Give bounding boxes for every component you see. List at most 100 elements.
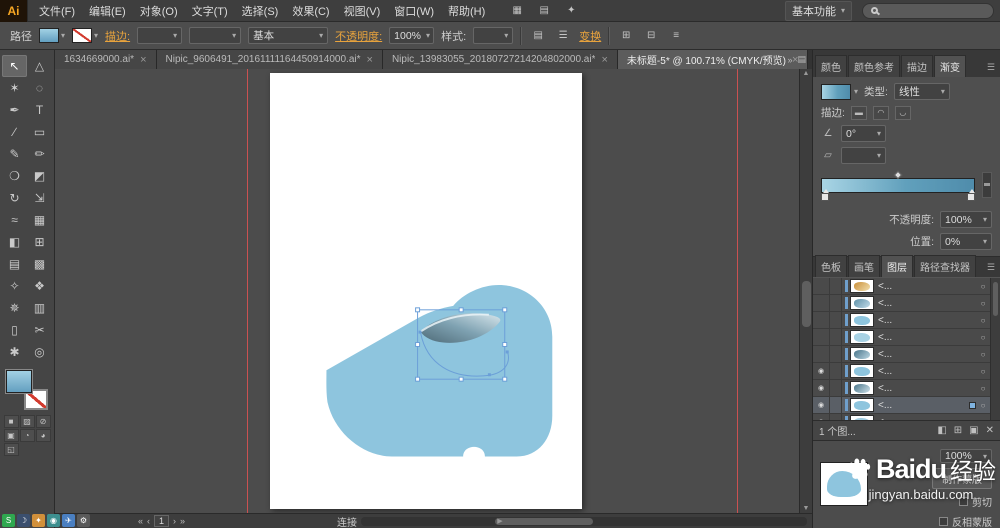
type-tool[interactable]: T [27,99,52,121]
color-button[interactable]: ■ [3,415,19,428]
menu-item[interactable]: 帮助(H) [441,0,492,23]
pencil-tool[interactable]: ✏ [27,143,52,165]
gradient-type-select[interactable]: 线性 ▾ [893,83,950,100]
gradient-slider[interactable] [821,170,975,201]
eraser-tool[interactable]: ◩ [27,165,52,187]
align-icon[interactable]: ⊞ [617,28,635,44]
selection-tool[interactable]: ↖ [2,55,27,77]
draw-behind-button[interactable]: ◔ [19,429,35,442]
visibility-toggle[interactable]: ◉ [813,397,830,413]
delete-layer-icon[interactable]: ✕ [986,425,994,436]
visibility-toggle[interactable]: ◉ [813,414,830,420]
tab-layers[interactable]: 图层 [881,255,913,277]
target-icon[interactable]: ○ [976,333,990,342]
direct-selection-tool[interactable]: △ [27,55,52,77]
line-segment-tool[interactable]: ∕ [2,121,27,143]
gradient-tool[interactable]: ▩ [27,253,52,275]
gradient-position-select[interactable]: 0% ▾ [940,233,992,250]
opacity-select[interactable]: 100% ▾ [389,27,435,44]
make-clip-mask-icon[interactable]: ◧ [937,425,946,436]
gradient-swatch[interactable]: ▾ [821,83,858,100]
layer-row[interactable]: ◉ <... ○ [813,380,1000,397]
target-icon[interactable]: ○ [976,367,990,376]
distribute-icon[interactable]: ⊟ [642,28,660,44]
mesh-tool[interactable]: ▤ [2,253,27,275]
visibility-toggle[interactable]: ◉ [813,363,830,379]
fill-color-indicator[interactable] [5,369,33,394]
document-setup-icon[interactable]: ▤ [529,28,547,44]
search-box[interactable] [862,2,994,19]
app-logo[interactable]: Ai [0,0,28,22]
target-icon[interactable]: ○ [976,299,990,308]
transparency-opacity-select[interactable]: 100% ▾ [940,449,992,463]
visibility-toggle[interactable]: ◉ [813,295,830,311]
rectangle-tool[interactable]: ▭ [27,121,52,143]
layer-label[interactable]: <... [878,417,976,421]
gradient-midpoint-handle[interactable] [893,170,903,179]
target-icon[interactable]: ○ [976,350,990,359]
taskbar-icon[interactable]: ✦ [32,514,45,527]
gradient-button[interactable]: ▨ [19,415,35,428]
pen-tool[interactable]: ✒ [2,99,27,121]
gradient-stop-start[interactable] [821,188,829,201]
panel-menu-icon[interactable]: ☰ [984,262,998,277]
layer-label[interactable]: <... [878,400,969,411]
canvas[interactable] [55,69,799,513]
lock-toggle[interactable] [830,295,842,311]
visibility-toggle[interactable]: ◉ [813,278,830,294]
layer-label[interactable]: <... [878,332,976,343]
screen-mode-button[interactable]: ◱ [3,443,19,456]
gradient-aspect-select[interactable]: ▾ [841,147,886,164]
tab-stroke[interactable]: 描边 [901,55,933,77]
tab-close-icon[interactable]: × [140,54,146,66]
layer-row[interactable]: ◉ <... ○ [813,346,1000,363]
artboard-tool[interactable]: ▯ [2,319,27,341]
none-button[interactable]: ⊘ [35,415,51,428]
vertical-scrollbar[interactable]: ▲ ▼ [799,69,812,513]
draw-normal-button[interactable]: ▣ [3,429,19,442]
menu-item[interactable]: 窗口(W) [387,0,441,23]
perspective-grid-tool[interactable]: ⊞ [27,231,52,253]
layer-row[interactable]: ◉ <... ○ [813,312,1000,329]
scroll-down-icon[interactable]: ▼ [800,505,812,512]
document-tab[interactable]: 未标题-5* @ 100.71% (CMYK/预览) × [617,50,809,69]
gradient-opacity-slider[interactable] [982,172,992,198]
gradient-stop-end[interactable] [967,188,975,201]
lock-toggle[interactable] [830,312,842,328]
shape-builder-tool[interactable]: ◧ [2,231,27,253]
hand-tool[interactable]: ✱ [2,341,27,363]
variable-width-select[interactable]: ▾ [189,27,242,44]
width-tool[interactable]: ≈ [2,209,27,231]
layer-row[interactable]: ◉ <... ○ [813,278,1000,295]
document-tab[interactable]: Nipic_13983055_20180727214204802000.ai* … [382,50,618,69]
stroke-panel-link[interactable]: 描边: [105,28,130,44]
fill-color-swatch[interactable] [39,28,59,43]
blob-brush-tool[interactable]: ❍ [2,165,27,187]
scale-tool[interactable]: ⇲ [27,187,52,209]
lock-toggle[interactable] [830,380,842,396]
tab-close-icon[interactable]: × [367,54,373,66]
layer-row[interactable]: ◉ <... ○ [813,295,1000,312]
rotate-tool[interactable]: ↻ [2,187,27,209]
layer-row[interactable]: ◉ <... ○ [813,363,1000,380]
stroke-gradient-along-icon[interactable]: ◠ [872,105,889,120]
transform-panel-link[interactable]: 变换 [579,28,601,44]
search-input[interactable] [884,5,984,16]
target-icon[interactable]: ○ [976,316,990,325]
layer-label[interactable]: <... [878,366,976,377]
taskbar-icon[interactable]: ☽ [17,514,30,527]
taskbar-icon[interactable]: S [2,514,15,527]
menu-item[interactable]: 文字(T) [185,0,235,23]
visibility-toggle[interactable]: ◉ [813,346,830,362]
layer-row[interactable]: ◉ <... ○ [813,397,1000,414]
stroke-color-swatch[interactable] [72,28,93,43]
gradient-opacity-select[interactable]: 100% ▾ [940,211,992,228]
menu-item[interactable]: 文件(F) [32,0,82,23]
paintbrush-tool[interactable]: ✎ [2,143,27,165]
cs-live-icon[interactable]: ✦ [562,3,580,19]
layer-label[interactable]: <... [878,298,976,309]
lock-toggle[interactable] [830,414,842,420]
lock-toggle[interactable] [830,397,842,413]
vertical-scroll-thumb[interactable] [802,281,811,327]
blend-tool[interactable]: ❖ [27,275,52,297]
